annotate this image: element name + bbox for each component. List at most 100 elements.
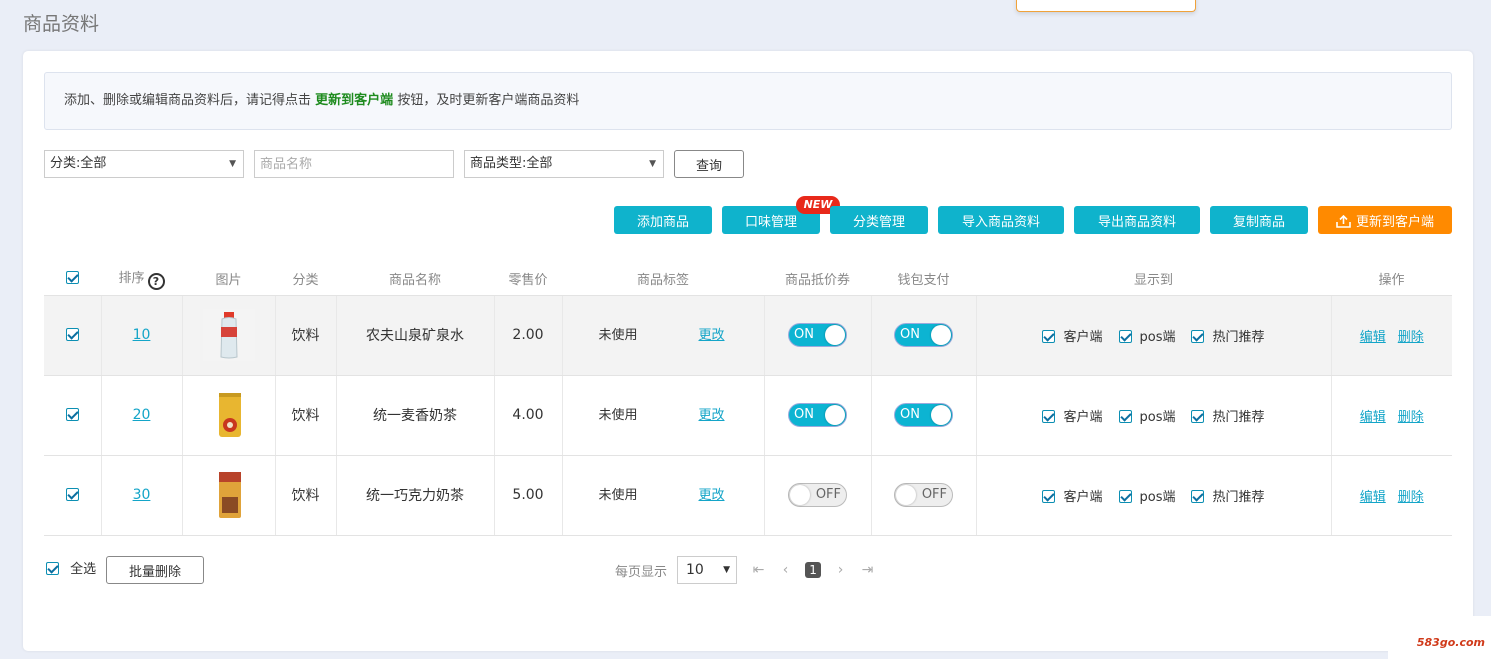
row-sort[interactable]: 20 <box>101 375 183 456</box>
table-row: 10 饮料 农夫山泉矿泉水 2.00 未使用 更改 ON ON 客户端 pos端… <box>44 295 1452 376</box>
next-page-icon[interactable]: › <box>827 562 854 578</box>
row-select[interactable] <box>44 375 102 456</box>
sort-link[interactable]: 10 <box>133 327 151 343</box>
header-show-on: 显示到 <box>976 262 1331 296</box>
header-select-all[interactable] <box>44 262 101 296</box>
watermark-logo: 583go.com <box>1388 616 1491 659</box>
checkbox-icon[interactable] <box>1118 489 1132 503</box>
checkbox-icon[interactable] <box>1042 409 1056 423</box>
row-select[interactable] <box>44 455 102 536</box>
header-name: 商品名称 <box>336 262 494 296</box>
query-button[interactable]: 查询 <box>674 150 744 178</box>
show-pos-label: pos端 <box>1139 409 1176 425</box>
table-row: 20 饮料 统一麦香奶茶 4.00 未使用 更改 ON ON 客户端 pos端 … <box>44 375 1452 456</box>
row-sort[interactable]: 10 <box>101 295 183 376</box>
row-show-on: 客户端 pos端 热门推荐 <box>976 455 1332 536</box>
header-sort: 排序? <box>101 262 182 296</box>
show-hot[interactable]: 热门推荐 <box>1191 486 1265 505</box>
checkbox-icon[interactable] <box>1191 329 1205 343</box>
show-hot[interactable]: 热门推荐 <box>1191 406 1265 425</box>
select-all-control[interactable]: 全选 <box>46 556 96 584</box>
edit-link[interactable]: 编辑 <box>1360 410 1386 425</box>
show-pos[interactable]: pos端 <box>1118 486 1175 505</box>
coupon-toggle[interactable]: OFF <box>788 483 847 507</box>
toggle-label: OFF <box>815 487 841 502</box>
tag-edit-link[interactable]: 更改 <box>699 484 725 503</box>
checkbox-icon[interactable] <box>65 408 79 421</box>
checkbox-icon[interactable] <box>1191 409 1205 423</box>
type-select[interactable]: 商品类型:全部 ▼ <box>464 150 664 178</box>
coupon-toggle[interactable]: ON <box>788 403 847 427</box>
checkbox-icon[interactable] <box>1118 329 1132 343</box>
export-products-button[interactable]: 导出商品资料 <box>1074 206 1200 234</box>
tag-value: 未使用 <box>598 487 638 503</box>
wallet-toggle[interactable]: OFF <box>894 483 953 507</box>
products-table: 排序? 图片 分类 商品名称 零售价 商品标签 商品抵价券 钱包支付 显示到 操… <box>44 262 1452 536</box>
checkbox-icon[interactable] <box>65 488 79 501</box>
product-image-water-bottle <box>202 309 255 361</box>
category-select[interactable]: 分类:全部 ▼ <box>44 150 244 178</box>
row-name: 统一麦香奶茶 <box>336 375 495 456</box>
row-category: 饮料 <box>275 455 337 536</box>
toggle-label: ON <box>794 327 814 342</box>
select-all-label: 全选 <box>70 562 97 577</box>
row-select[interactable] <box>44 295 102 376</box>
show-client[interactable]: 客户端 <box>1042 326 1103 345</box>
show-client-label: 客户端 <box>1063 329 1103 345</box>
header-image: 图片 <box>182 262 275 296</box>
update-client-button[interactable]: 更新到客户端 <box>1318 206 1452 234</box>
checkbox-icon[interactable] <box>46 562 59 575</box>
row-sort[interactable]: 30 <box>101 455 183 536</box>
chevron-down-icon: ▼ <box>723 565 731 575</box>
help-icon[interactable]: ? <box>147 272 165 290</box>
checkbox-icon[interactable] <box>1118 409 1132 423</box>
row-ops: 编辑 删除 <box>1331 295 1452 376</box>
last-page-icon[interactable]: ⇥ <box>854 562 881 578</box>
delete-link[interactable]: 删除 <box>1398 490 1424 505</box>
edit-link[interactable]: 编辑 <box>1360 330 1386 345</box>
checkbox-icon[interactable] <box>1042 489 1056 503</box>
tag-value: 未使用 <box>598 407 638 423</box>
row-price: 4.00 <box>494 375 563 456</box>
header-wallet: 钱包支付 <box>871 262 976 296</box>
wallet-toggle[interactable]: ON <box>894 323 953 347</box>
first-page-icon[interactable]: ⇤ <box>745 562 772 578</box>
product-name-input[interactable] <box>254 150 454 178</box>
header-ops: 操作 <box>1331 262 1452 296</box>
import-products-button[interactable]: 导入商品资料 <box>938 206 1064 234</box>
show-hot-label: 热门推荐 <box>1212 489 1265 505</box>
tag-edit-link[interactable]: 更改 <box>699 404 725 423</box>
wallet-toggle[interactable]: ON <box>894 403 953 427</box>
edit-link[interactable]: 编辑 <box>1360 490 1386 505</box>
delete-link[interactable]: 删除 <box>1398 330 1424 345</box>
row-image <box>182 295 276 376</box>
header-coupon: 商品抵价券 <box>764 262 871 296</box>
category-management-button[interactable]: 分类管理 <box>830 206 928 234</box>
checkbox-icon[interactable] <box>65 328 79 341</box>
sort-link[interactable]: 30 <box>133 487 151 503</box>
batch-delete-button[interactable]: 批量删除 <box>106 556 204 584</box>
row-price: 5.00 <box>494 455 563 536</box>
show-pos[interactable]: pos端 <box>1118 406 1176 425</box>
row-coupon: ON <box>764 375 872 456</box>
show-client[interactable]: 客户端 <box>1042 486 1103 505</box>
row-image <box>182 375 276 456</box>
sort-link[interactable]: 20 <box>133 407 151 423</box>
show-client[interactable]: 客户端 <box>1042 406 1103 425</box>
show-hot[interactable]: 热门推荐 <box>1191 326 1265 345</box>
current-page[interactable]: 1 <box>805 562 822 578</box>
add-product-button[interactable]: 添加商品 <box>614 206 712 234</box>
prev-page-icon[interactable]: ‹ <box>772 562 799 578</box>
checkbox-icon[interactable] <box>66 270 79 284</box>
toggle-label: OFF <box>921 487 947 502</box>
coupon-toggle[interactable]: ON <box>788 323 847 347</box>
per-page-select[interactable]: 10 ▼ <box>677 556 738 584</box>
show-pos[interactable]: pos端 <box>1118 326 1175 345</box>
copy-product-button[interactable]: 复制商品 <box>1210 206 1308 234</box>
per-page-value: 10 <box>686 562 704 578</box>
checkbox-icon[interactable] <box>1191 489 1205 503</box>
checkbox-icon[interactable] <box>1042 329 1056 343</box>
delete-link[interactable]: 删除 <box>1398 410 1424 425</box>
tag-edit-link[interactable]: 更改 <box>699 324 725 343</box>
per-page-label: 每页显示 <box>615 564 668 580</box>
